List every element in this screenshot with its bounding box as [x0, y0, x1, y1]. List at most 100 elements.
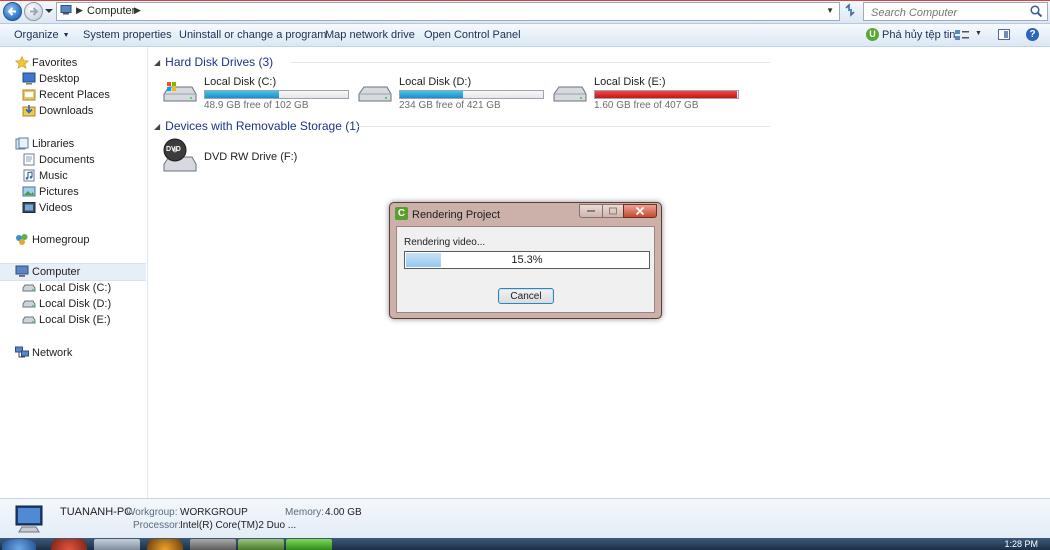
nav-network-label: Network: [32, 347, 73, 359]
cancel-button[interactable]: Cancel: [498, 288, 554, 304]
libraries-icon: [15, 137, 29, 150]
organize-label: Organize: [14, 29, 59, 41]
nav-disk-e[interactable]: Local Disk (E:): [0, 312, 146, 328]
system-properties-button[interactable]: System properties: [83, 29, 172, 41]
nav-computer[interactable]: Computer: [0, 263, 146, 281]
dialog-title-bar[interactable]: C Rendering Project: [390, 203, 661, 225]
nav-pictures[interactable]: Pictures: [0, 184, 146, 200]
taskbar-app-browser[interactable]: [46, 539, 92, 550]
breadcrumb-chevron-icon[interactable]: ▶: [134, 5, 141, 16]
search-icon[interactable]: [1029, 4, 1043, 18]
homegroup-icon: [16, 234, 28, 245]
nav-downloads[interactable]: Downloads: [0, 103, 146, 119]
help-icon[interactable]: ?: [1026, 28, 1039, 41]
close-icon: [635, 207, 645, 215]
preview-pane-button[interactable]: [998, 29, 1010, 40]
pictures-icon: [22, 186, 36, 197]
nav-videos[interactable]: Videos: [0, 200, 146, 216]
drive-usage-fill: [595, 91, 738, 98]
nav-videos-label: Videos: [39, 202, 73, 214]
documents-icon: [23, 153, 35, 166]
taskbar-app-explorer[interactable]: [94, 539, 140, 550]
hard-disk-group-title: Hard Disk Drives (3): [165, 55, 274, 69]
taskbar-clock[interactable]: 1:28 PM: [1004, 539, 1038, 549]
back-button[interactable]: [3, 2, 22, 21]
collapse-triangle-icon[interactable]: ◢: [154, 122, 160, 131]
dvd-drive-icon: [163, 138, 197, 172]
render-status-text: Rendering video...: [404, 237, 486, 248]
maximize-button[interactable]: [602, 204, 624, 218]
recent-pages-dropdown-icon[interactable]: [44, 6, 54, 16]
hard-drive-icon: [22, 284, 36, 292]
nav-libraries[interactable]: Libraries: [0, 136, 146, 152]
taskbar-app-camtasia-active[interactable]: [286, 539, 332, 550]
nav-favorites[interactable]: Favorites: [0, 55, 146, 71]
chevron-down-icon: ▼: [62, 32, 70, 39]
open-control-panel-button[interactable]: Open Control Panel: [424, 29, 521, 41]
organize-menu[interactable]: Organize ▼: [14, 29, 70, 41]
drive-tile-d[interactable]: Local Disk (D:) 234 GB free of 421 GB: [357, 74, 547, 111]
drive-free-space: 234 GB free of 421 GB: [399, 100, 501, 111]
music-icon: [23, 169, 35, 182]
close-button[interactable]: [623, 204, 657, 218]
drive-usage-bar: [399, 90, 544, 99]
nav-network[interactable]: Network: [0, 345, 146, 361]
render-progress-text: 15.3%: [511, 254, 543, 266]
dvd-label: DVD: [166, 146, 181, 153]
camtasia-app-icon: C: [395, 207, 408, 220]
drive-tile-e[interactable]: Local Disk (E:) 1.60 GB free of 407 GB: [552, 74, 742, 111]
start-button[interactable]: [2, 539, 36, 550]
group-divider: [358, 126, 770, 127]
nav-documents-label: Documents: [39, 154, 95, 166]
nav-desktop-label: Desktop: [39, 73, 80, 85]
nav-music[interactable]: Music: [0, 168, 146, 184]
collapse-triangle-icon[interactable]: ◢: [154, 58, 160, 67]
arrow-right-icon: [30, 7, 39, 16]
nav-desktop[interactable]: Desktop: [0, 71, 146, 87]
taskbar-app-firefox[interactable]: [142, 539, 188, 550]
taskbar-app-camtasia[interactable]: [238, 539, 284, 550]
search-input[interactable]: [869, 4, 1028, 21]
refresh-button[interactable]: [842, 3, 858, 19]
nav-recent-places[interactable]: Recent Places: [0, 87, 146, 103]
address-box[interactable]: ▶ Computer ▶ ▼: [56, 2, 840, 21]
drive-usage-fill: [205, 91, 280, 98]
nav-computer-label: Computer: [32, 266, 81, 278]
drive-tile-dvd[interactable]: DVD DVD RW Drive (F:): [162, 138, 352, 174]
uninstall-program-button[interactable]: Uninstall or change a program: [179, 29, 326, 41]
breadcrumb-computer[interactable]: Computer: [87, 5, 135, 17]
maximize-icon: [609, 207, 617, 215]
nav-homegroup[interactable]: Homegroup: [0, 232, 146, 248]
hard-disk-group-header[interactable]: ◢ Hard Disk Drives (3): [154, 55, 770, 69]
nav-libraries-label: Libraries: [32, 138, 75, 150]
minimize-icon: [587, 210, 595, 212]
destroy-files-button[interactable]: Phá hủy tệp tin: [882, 29, 955, 41]
drive-tile-c[interactable]: Local Disk (C:) 48.9 GB free of 102 GB: [162, 74, 352, 111]
nav-disk-c[interactable]: Local Disk (C:): [0, 280, 146, 296]
nav-disk-d[interactable]: Local Disk (D:): [0, 296, 146, 312]
address-history-dropdown-icon[interactable]: ▼: [826, 6, 834, 15]
view-options-dropdown-icon[interactable]: ▼: [975, 30, 982, 37]
minimize-button[interactable]: [579, 204, 603, 218]
arrow-left-icon: [7, 7, 16, 16]
drive-name: DVD RW Drive (F:): [204, 151, 298, 163]
map-network-drive-button[interactable]: Map network drive: [325, 29, 415, 41]
desktop-icon: [22, 72, 36, 85]
nav-documents[interactable]: Documents: [0, 152, 146, 168]
nav-disk-e-label: Local Disk (E:): [39, 314, 111, 326]
drive-free-space: 48.9 GB free of 102 GB: [204, 100, 309, 111]
drive-free-space: 1.60 GB free of 407 GB: [594, 100, 699, 111]
removable-group-header[interactable]: ◢ Devices with Removable Storage (1): [154, 119, 770, 133]
change-view-icon[interactable]: [955, 30, 969, 41]
videos-icon: [22, 202, 36, 213]
shredder-app-icon[interactable]: U: [866, 28, 879, 41]
search-box[interactable]: [863, 2, 1048, 21]
rendering-dialog: C Rendering Project Rendering video... 1…: [389, 202, 662, 319]
taskbar-app-media[interactable]: [190, 539, 236, 550]
pc-name: TUANANH-PC: [60, 506, 133, 518]
dialog-title: Rendering Project: [412, 209, 501, 221]
nav-recent-places-label: Recent Places: [39, 89, 110, 101]
breadcrumb-separator-icon[interactable]: ▶: [76, 5, 83, 16]
address-toolbar: ▶ Computer ▶ ▼: [0, 1, 1050, 24]
forward-button[interactable]: [24, 2, 43, 21]
